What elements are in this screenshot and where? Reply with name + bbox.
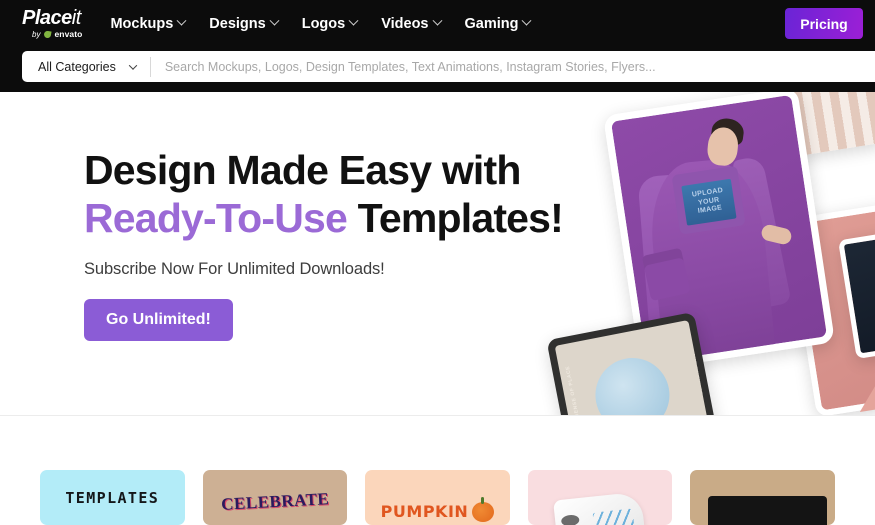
template-card-strip: TEMPLATES CELEBRATE PUMPKIN (0, 470, 875, 525)
template-card-label: TEMPLATES (65, 488, 160, 507)
pumpkin-icon (472, 496, 495, 522)
chevron-down-icon (522, 15, 532, 26)
logo-envato-text: envato (54, 29, 83, 40)
nav-item-designs[interactable]: Designs (209, 15, 280, 32)
search-input[interactable] (150, 51, 875, 82)
hero-heading-line2-rest: Templates! (347, 194, 564, 241)
chevron-down-icon (269, 15, 280, 26)
magazine-cover: A SENSE OF PLACE THE BAUHAUS (554, 320, 710, 416)
nav-label-gaming: Gaming (464, 15, 519, 32)
chevron-down-icon (128, 60, 138, 70)
collage-magazine-card: A SENSE OF PLACE THE BAUHAUS (546, 311, 718, 416)
site-header: Placeit by envato Mockups Designs Logos … (0, 0, 875, 92)
chevron-down-icon (432, 15, 442, 26)
pricing-button[interactable]: Pricing (785, 8, 863, 39)
tshirt-mockup-image (553, 491, 647, 525)
placeit-logo[interactable]: Placeit by envato (22, 8, 82, 39)
category-dropdown-label: All Categories (38, 59, 116, 74)
chevron-down-icon (176, 15, 187, 26)
hero-subtitle: Subscribe Now For Unlimited Downloads! (84, 259, 385, 278)
template-card-label: PUMPKIN (380, 502, 469, 521)
main-navbar: Placeit by envato Mockups Designs Logos … (0, 0, 875, 47)
hero-heading-line1: Design Made Easy with (84, 147, 521, 193)
hero-collage: UPLOAD YOUR IMAGE A SENSE OF PLACE THE B… (545, 92, 875, 416)
logo-byline: by envato (32, 30, 82, 39)
dark-device-image (708, 496, 827, 525)
template-card-pumpkin[interactable]: PUMPKIN (365, 470, 510, 525)
logo-word-place: Place (22, 7, 72, 30)
nav-label-designs: Designs (209, 15, 266, 32)
logo-word-it: it (71, 7, 82, 30)
hero-heading-accent: Ready-To-Use (84, 194, 348, 241)
hero-section: Design Made Easy with Ready-To-Use Templ… (0, 92, 875, 416)
nav-item-videos[interactable]: Videos (381, 15, 442, 32)
logo-wordmark: Placeit (22, 8, 81, 28)
tshirt-print: UPLOAD YOUR IMAGE (681, 178, 737, 226)
nav-item-logos[interactable]: Logos (301, 15, 359, 32)
template-card-templates[interactable]: TEMPLATES (40, 470, 185, 525)
template-card-dark-device[interactable] (690, 470, 835, 525)
hero-copy: Design Made Easy with Ready-To-Use Templ… (84, 147, 564, 341)
nav-items: Mockups Designs Logos Videos Gaming (110, 15, 532, 32)
nav-label-mockups: Mockups (110, 15, 174, 32)
nav-item-mockups[interactable]: Mockups (110, 15, 187, 32)
nav-label-logos: Logos (301, 15, 346, 32)
template-card-shirt-mockup[interactable] (527, 470, 673, 525)
template-card-celebrate[interactable]: CELEBRATE (202, 470, 348, 525)
nav-label-videos: Videos (381, 15, 429, 32)
nav-item-gaming[interactable]: Gaming (464, 15, 532, 32)
magazine-left-text: A SENSE OF PLACE (564, 365, 582, 416)
pumpkin-row: PUMPKIN (380, 496, 495, 522)
template-card-label: CELEBRATE (220, 488, 330, 514)
search-bar: All Categories (22, 51, 875, 82)
hero-heading: Design Made Easy with Ready-To-Use Templ… (84, 147, 564, 243)
go-unlimited-button[interactable]: Go Unlimited! (84, 298, 233, 341)
logo-by-text: by (32, 29, 41, 39)
model-tshirt: UPLOAD YOUR IMAGE (671, 165, 746, 235)
envato-leaf-icon (43, 30, 53, 39)
chevron-down-icon (348, 15, 359, 26)
shirt-pattern (592, 508, 636, 525)
category-dropdown[interactable]: All Categories (22, 51, 150, 82)
magazine-circle-photo (589, 351, 676, 415)
